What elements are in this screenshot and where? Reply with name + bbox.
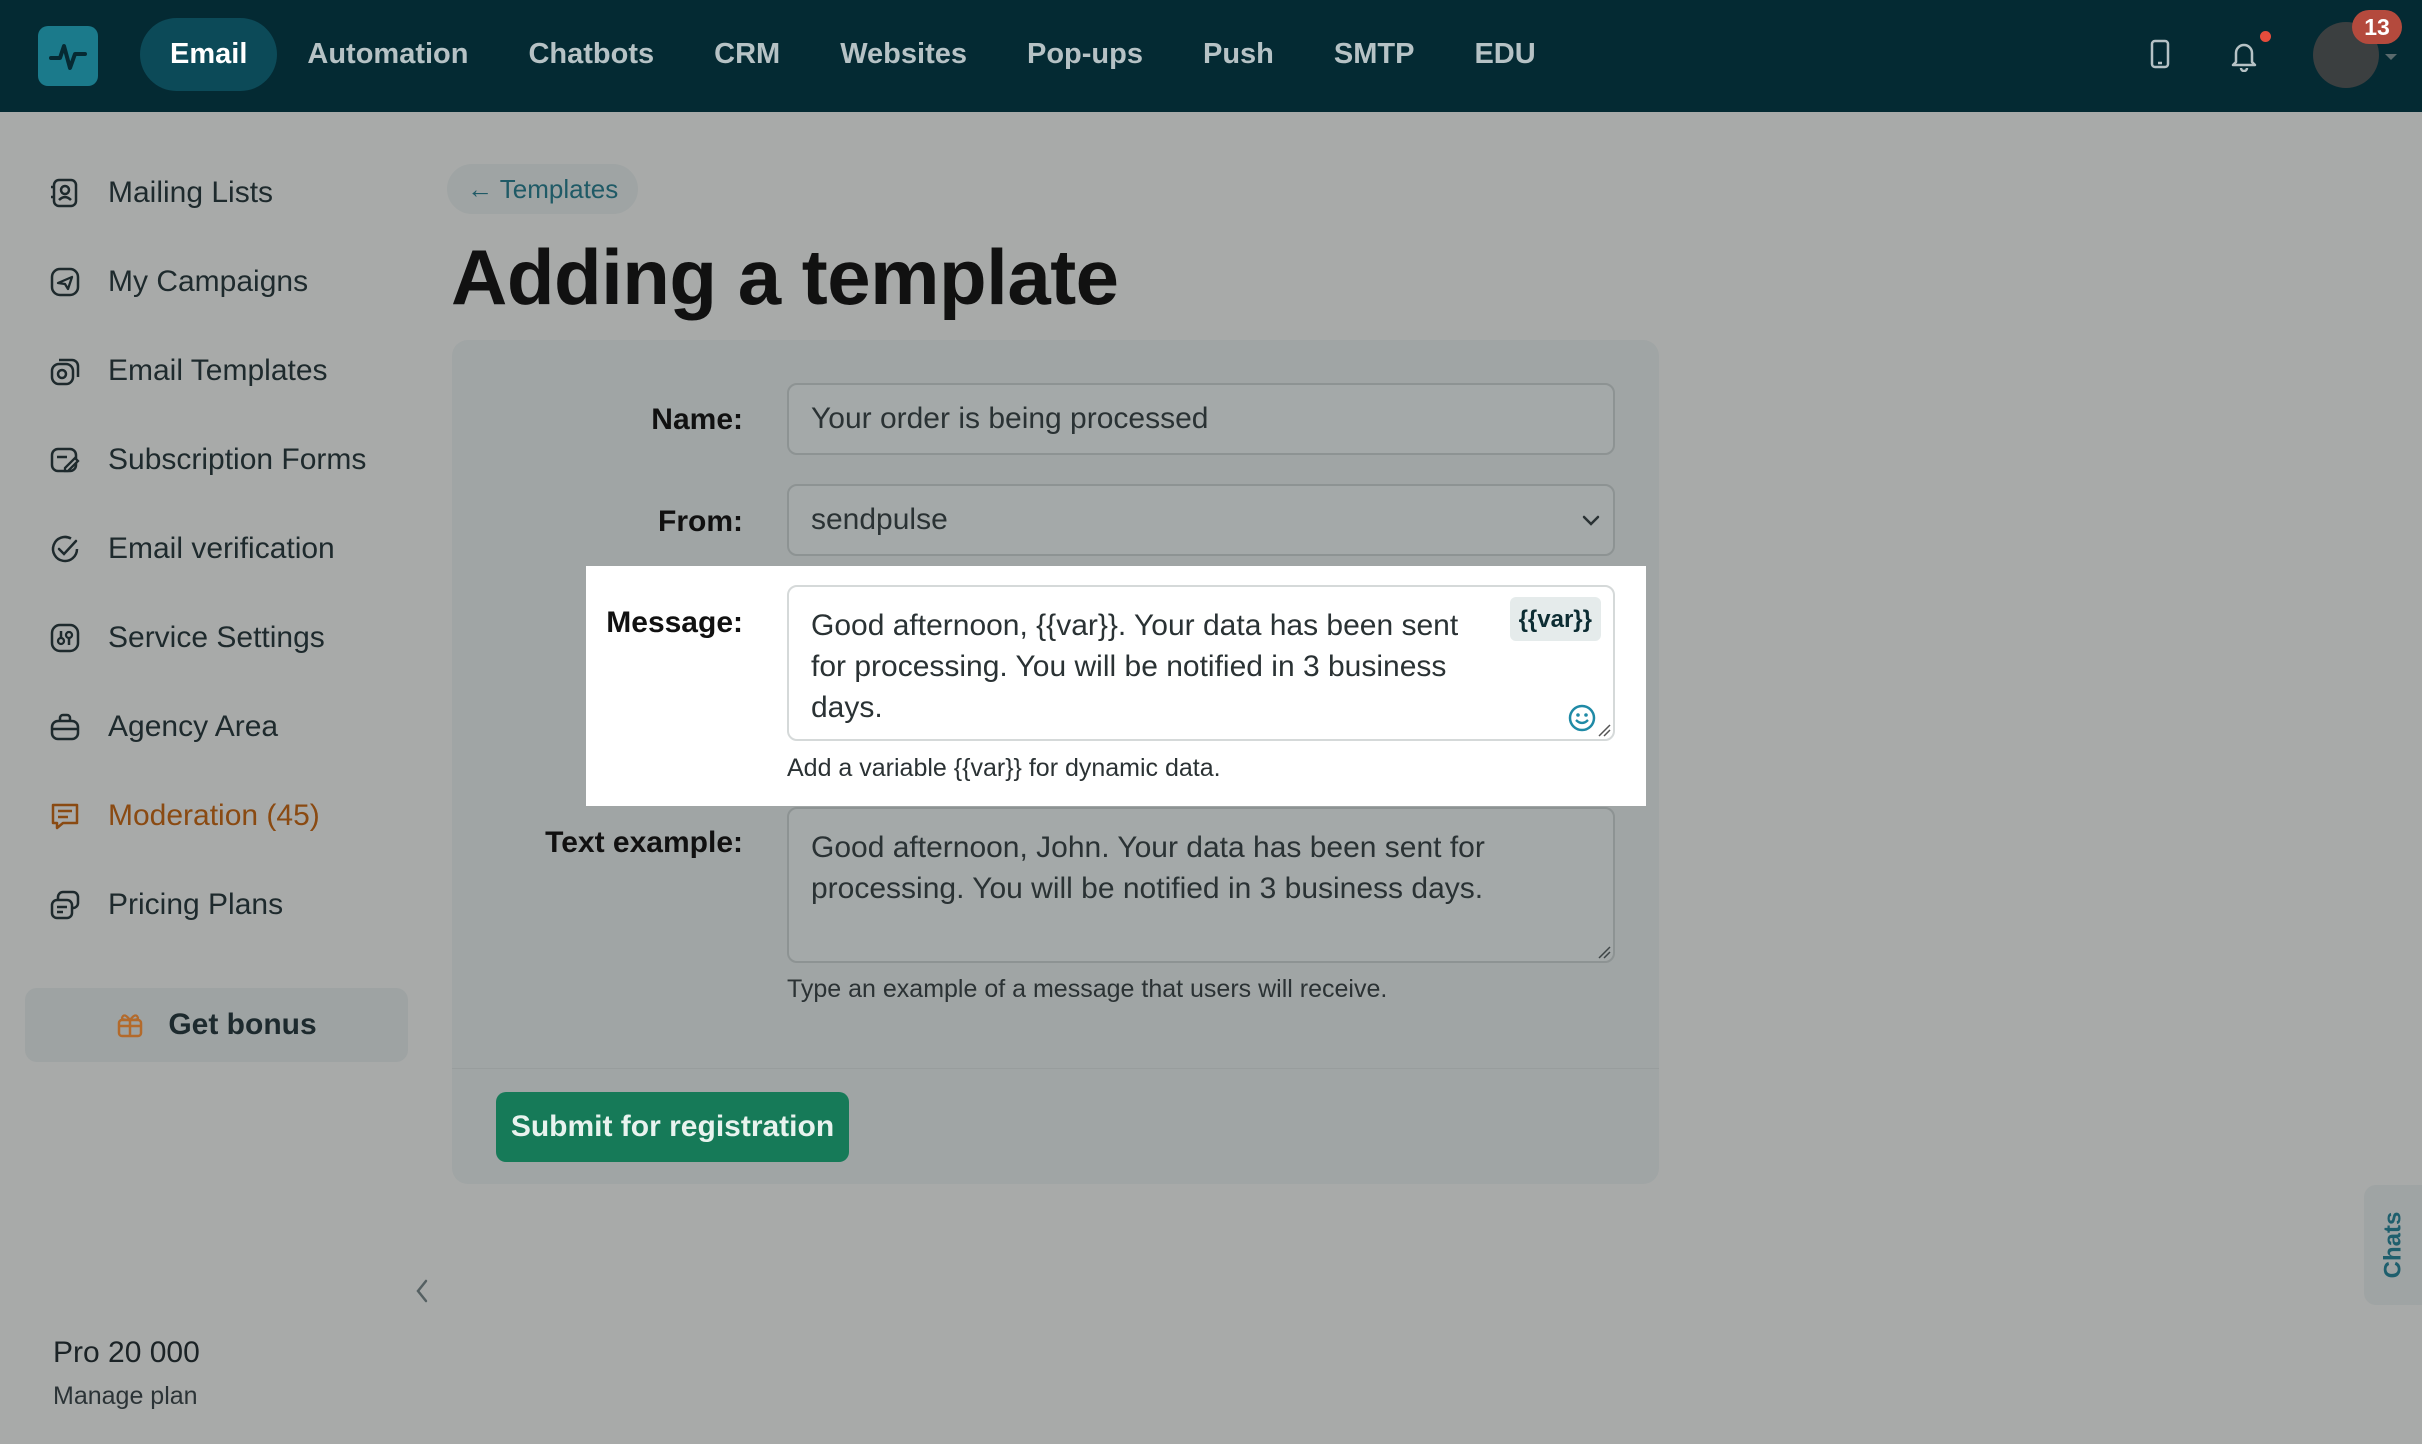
app-logo[interactable] (38, 26, 98, 86)
text-example-textarea[interactable]: Good afternoon, John. Your data has been… (787, 807, 1615, 963)
nav-tab-smtp[interactable]: SMTP (1304, 18, 1445, 91)
pulse-icon (49, 44, 87, 70)
top-navigation-bar: Email Automation Chatbots CRM Websites P… (0, 0, 2422, 112)
notification-dot (2260, 31, 2271, 42)
name-input-value: Your order is being processed (811, 402, 1209, 435)
text-example-label: Text example: (545, 826, 743, 859)
resize-handle-icon[interactable] (1597, 723, 1611, 737)
sidebar-item-label: My Campaigns (108, 265, 309, 298)
sidebar-item-moderation[interactable]: Moderation (45) (48, 791, 320, 841)
template-icon (48, 354, 82, 388)
sidebar-item-label: Service Settings (108, 621, 325, 654)
sidebar-item-label: Subscription Forms (108, 443, 367, 476)
sidebar-item-agency-area[interactable]: Agency Area (48, 702, 278, 752)
message-label: Message: (606, 606, 743, 639)
nav-tab-email[interactable]: Email (140, 18, 278, 91)
mobile-icon[interactable] (2148, 38, 2172, 70)
message-textarea[interactable]: Good afternoon, {{var}}. Your data has b… (787, 585, 1615, 741)
page-title: Adding a template (451, 233, 1119, 321)
manage-plan-link[interactable]: Manage plan (53, 1382, 198, 1411)
bell-icon[interactable] (2228, 38, 2260, 72)
chats-tab[interactable]: Chats (2364, 1185, 2422, 1305)
sidebar-item-email-verification[interactable]: Email verification (48, 524, 335, 574)
collapse-sidebar-icon[interactable] (414, 1278, 430, 1304)
pricing-icon (48, 888, 82, 922)
sidebar-item-label: Email verification (108, 532, 335, 565)
nav-tab-chatbots[interactable]: Chatbots (498, 18, 684, 91)
message-helper-text: Add a variable {{var}} for dynamic data. (787, 754, 1221, 782)
plan-name: Pro 20 000 (53, 1336, 200, 1369)
sidebar-item-email-templates[interactable]: Email Templates (48, 346, 328, 396)
emoji-icon[interactable] (1567, 703, 1597, 733)
notification-count-badge: 13 (2352, 10, 2402, 44)
get-bonus-label: Get bonus (168, 1008, 317, 1041)
submit-for-registration-button[interactable]: Submit for registration (496, 1092, 849, 1162)
sidebar-item-label: Moderation (45) (108, 799, 320, 832)
text-example-value: Good afternoon, John. Your data has been… (811, 831, 1485, 905)
insert-variable-button[interactable]: {{var}} (1509, 597, 1601, 641)
briefcase-icon (48, 710, 82, 744)
sidebar-item-label: Agency Area (108, 710, 279, 743)
resize-handle-icon[interactable] (1597, 945, 1611, 959)
nav-tab-crm[interactable]: CRM (684, 18, 810, 91)
sidebar-item-pricing-plans[interactable]: Pricing Plans (48, 880, 283, 930)
nav-tab-websites[interactable]: Websites (810, 18, 997, 91)
settings-icon (48, 621, 82, 655)
from-label: From: (658, 505, 743, 538)
chevron-down-icon[interactable] (2383, 52, 2399, 62)
from-select-value: sendpulse (811, 503, 948, 536)
message-textarea-value: Good afternoon, {{var}}. Your data has b… (811, 609, 1459, 724)
sidebar-item-label: Pricing Plans (108, 888, 284, 921)
chat-icon (48, 799, 82, 833)
contacts-icon (48, 176, 82, 210)
chevron-down-icon (1582, 515, 1600, 526)
text-example-helper-text: Type an example of a message that users … (787, 975, 1388, 1003)
card-divider (452, 1068, 1659, 1069)
campaign-icon (48, 265, 82, 299)
get-bonus-button[interactable]: Get bonus (25, 988, 408, 1062)
sidebar-item-label: Mailing Lists (108, 176, 274, 209)
nav-tab-popups[interactable]: Pop-ups (997, 18, 1173, 91)
back-to-templates-link[interactable]: ← Templates (447, 164, 639, 214)
name-input[interactable]: Your order is being processed (787, 383, 1615, 455)
sidebar-item-service-settings[interactable]: Service Settings (48, 613, 325, 663)
gift-icon (116, 1011, 144, 1039)
sidebar-item-label: Email Templates (108, 354, 328, 387)
name-label: Name: (651, 403, 743, 436)
sidebar-item-my-campaigns[interactable]: My Campaigns (48, 257, 308, 307)
sidebar-item-mailing-lists[interactable]: Mailing Lists (48, 168, 273, 218)
nav-tab-automation[interactable]: Automation (277, 18, 498, 91)
check-circle-icon (48, 532, 82, 566)
form-icon (48, 443, 82, 477)
nav-tab-push[interactable]: Push (1173, 18, 1304, 91)
nav-tab-edu[interactable]: EDU (1444, 18, 1565, 91)
main-nav: Email Automation Chatbots CRM Websites P… (140, 18, 1566, 91)
sidebar-item-subscription-forms[interactable]: Subscription Forms (48, 435, 366, 485)
from-select[interactable]: sendpulse (787, 484, 1615, 556)
chats-tab-label: Chats (2379, 1211, 2406, 1279)
